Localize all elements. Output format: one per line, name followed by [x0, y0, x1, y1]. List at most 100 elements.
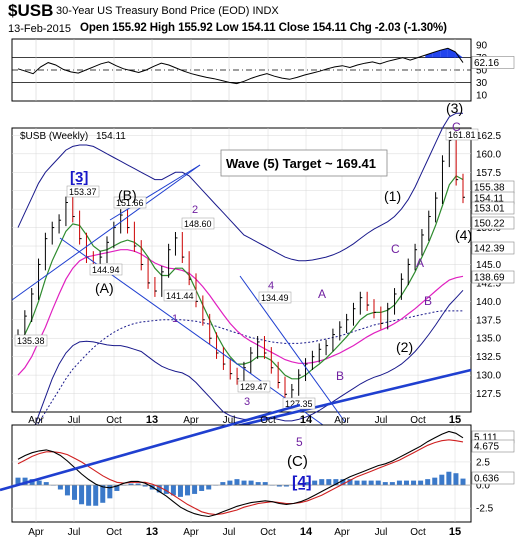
macd-histogram-bar	[446, 471, 452, 486]
price-last-value: 138.69	[474, 273, 505, 284]
wave-label: 5	[296, 435, 303, 449]
peak-label: 129.47	[240, 382, 268, 392]
macd-histogram-bar	[79, 485, 85, 505]
x-tick-macd-11: 15	[449, 526, 461, 538]
macd-histogram-bar	[432, 477, 438, 486]
rsi-panel: 907050301062.16	[11, 38, 515, 102]
x-tick-macd-2: Oct	[106, 527, 122, 538]
macd-histogram-bar	[93, 485, 99, 506]
x-tick-price-0: Apr	[28, 415, 44, 426]
wave-label: B	[336, 369, 344, 383]
x-tick-price-6: Oct	[260, 415, 276, 426]
target-annotation: Wave (5) Target ~ 169.41	[226, 156, 376, 171]
price-tick-162.5: 162.5	[476, 131, 501, 142]
macd-histogram-bar	[453, 473, 459, 486]
macd-histogram-bar	[460, 478, 466, 486]
price-tick-137.5: 137.5	[476, 315, 501, 326]
macd-histogram-bar	[411, 480, 417, 486]
wave-label: [4]	[292, 474, 312, 491]
macd-histogram-bar	[100, 485, 106, 503]
macd-histogram-bar	[439, 474, 445, 486]
price-tick-130: 130.0	[476, 371, 501, 382]
peak-label: 141.44	[166, 291, 194, 301]
macd-histogram-bar	[248, 480, 254, 486]
x-tick-price-2: Oct	[106, 415, 122, 426]
price-tick-140: 140.0	[476, 297, 501, 308]
wave-label: (B)	[118, 187, 137, 203]
peak-label: 144.94	[92, 265, 120, 275]
macd-tick-2.5: 2.5	[476, 457, 490, 468]
wave-label: (1)	[384, 188, 401, 204]
price-tick-160: 160.0	[476, 149, 501, 160]
wave-label: A	[416, 256, 424, 270]
price-tick-157.5: 157.5	[476, 168, 501, 179]
macd-histogram-bar	[326, 479, 332, 486]
rsi-tick-10: 10	[476, 90, 488, 101]
wave-label: B	[424, 294, 432, 308]
x-tick-macd-0: Apr	[28, 527, 44, 538]
x-tick-price-11: 15	[449, 414, 461, 426]
wave-label: 1	[172, 313, 178, 325]
wave-label: (A)	[95, 280, 114, 296]
macd-histogram-bar	[354, 480, 360, 486]
x-tick-price-10: Oct	[410, 415, 426, 426]
macd-histogram-bar	[177, 485, 183, 497]
macd-histogram-bar	[312, 480, 318, 486]
price-tick-127.5: 127.5	[476, 389, 501, 400]
price-series-name: $USB (Weekly)	[20, 131, 88, 142]
macd-histogram-bar	[255, 482, 261, 486]
x-tick-price-3: 13	[146, 414, 158, 426]
macd-histogram-bar	[192, 485, 198, 494]
price-last-value: 150.22	[474, 219, 505, 230]
x-tick-price-9: Jul	[375, 415, 388, 426]
macd-histogram-bar	[206, 485, 212, 490]
x-tick-price-4: Apr	[183, 415, 199, 426]
x-tick-price-5: Jul	[223, 415, 236, 426]
macd-histogram-bar	[199, 485, 205, 491]
x-tick-price-1: Jul	[68, 415, 81, 426]
macd-histogram-bar	[72, 485, 78, 500]
macd-histogram-bar	[425, 479, 431, 486]
macd-histogram-bar	[64, 485, 70, 496]
price-last-value: 153.01	[474, 204, 505, 215]
x-tick-macd-4: Apr	[183, 527, 199, 538]
chart-canvas: 907050301062.16 127.5130.0132.5135.0137.…	[0, 38, 515, 538]
wave-label: C	[452, 120, 461, 134]
peak-label: 153.37	[69, 187, 97, 197]
rsi-tick-90: 90	[476, 41, 488, 52]
peak-label: 134.49	[261, 293, 289, 303]
x-tick-macd-7: 14	[300, 526, 313, 538]
macd-histogram-bar	[185, 485, 191, 496]
macd-histogram-bar	[319, 479, 325, 486]
macd-histogram-bar	[241, 480, 247, 486]
wave-label: (3)	[446, 100, 463, 116]
wave-label: 4	[268, 280, 274, 292]
macd-histogram-bar	[418, 480, 424, 486]
x-tick-price-8: Apr	[334, 415, 350, 426]
x-tick-macd-9: Jul	[375, 527, 388, 538]
price-header-value: 154.11	[96, 131, 126, 142]
macd-histogram-bar	[375, 480, 381, 486]
macd-histogram-bar	[43, 482, 49, 486]
macd-histogram-bar	[36, 480, 42, 486]
macd-histogram-bar	[403, 480, 409, 486]
macd-histogram-bar	[86, 485, 92, 506]
peak-label: 148.60	[184, 219, 212, 229]
rsi-last-value: 62.16	[474, 58, 499, 69]
macd-histogram-bar	[396, 480, 402, 486]
macd-histogram-bar	[57, 485, 63, 490]
macd-histogram-bar	[368, 480, 374, 486]
macd-histogram-bar	[389, 482, 395, 486]
x-tick-macd-5: Jul	[223, 527, 236, 538]
macd-last-value: 0.636	[474, 474, 499, 485]
wave-label: [3]	[70, 169, 88, 186]
price-tick-132.5: 132.5	[476, 352, 501, 363]
wave-label: 3	[244, 396, 250, 408]
price-tick-135: 135.0	[476, 334, 501, 345]
x-tick-price-7: 14	[300, 414, 313, 426]
rsi-tick-30: 30	[476, 78, 488, 89]
macd-last-value: 4.675	[474, 442, 499, 453]
macd-histogram-bar	[382, 482, 388, 486]
wave-label: C	[391, 242, 400, 256]
macd-histogram-bar	[234, 479, 240, 486]
